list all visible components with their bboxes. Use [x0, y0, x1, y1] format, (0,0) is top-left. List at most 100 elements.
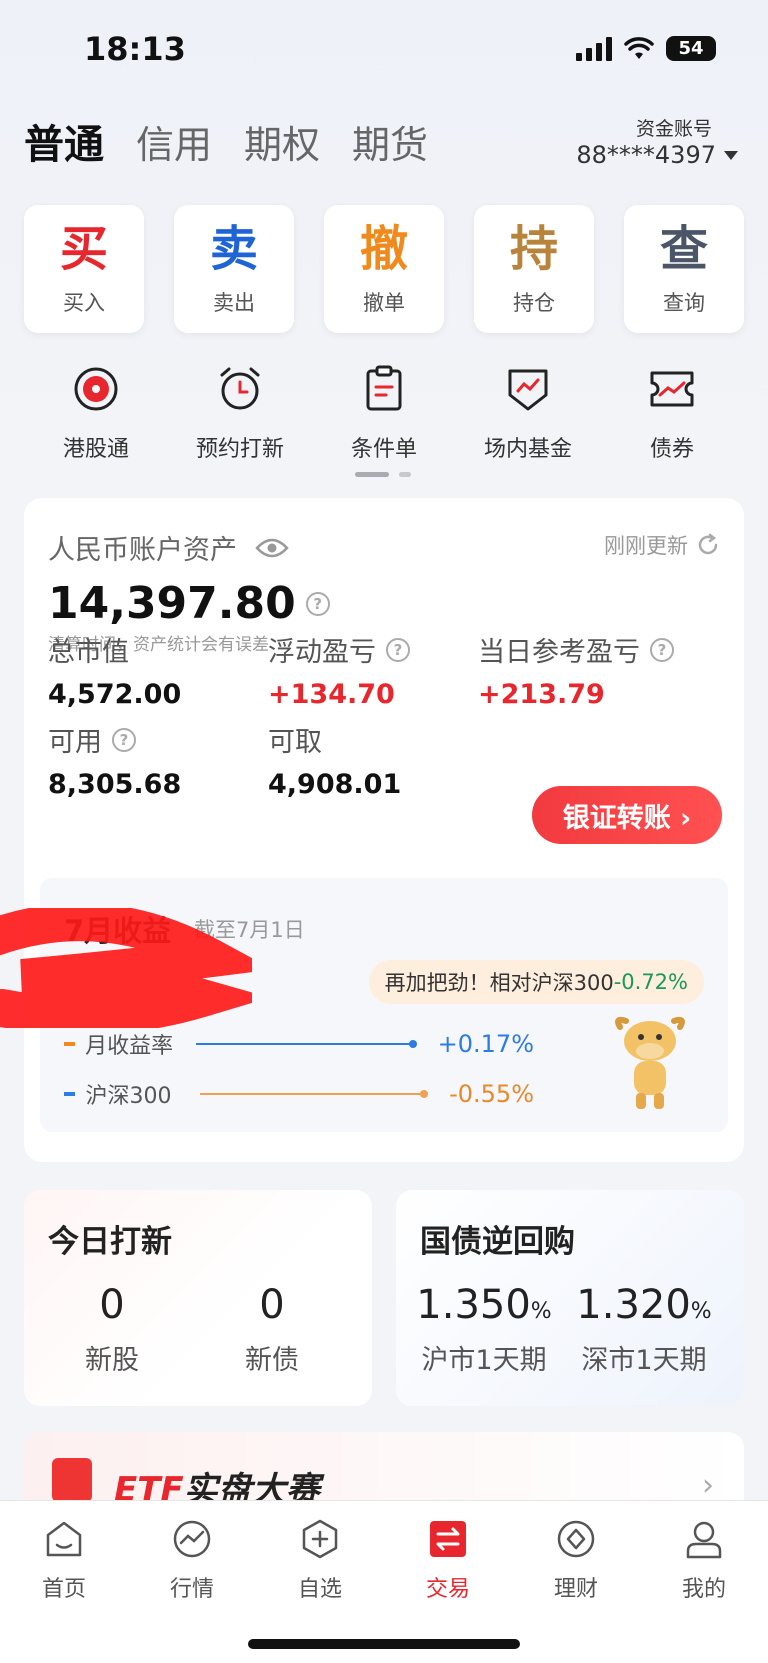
tab-normal[interactable]: 普通 — [24, 112, 104, 170]
query-glyph: 查 — [659, 221, 708, 277]
bottom-tab-bar: 首页 行情 自选 交易 理财 我的 — [0, 1500, 768, 1663]
new-bonds-count: 0 — [259, 1282, 285, 1328]
market-value-label: 总市值 — [48, 637, 129, 668]
daily-pl-label: 当日参考盈亏 — [478, 637, 640, 668]
new-bonds-stat[interactable]: 0 新债 — [192, 1282, 352, 1377]
repo-title: 国债逆回购 — [420, 1224, 575, 1260]
cancel-label: 撤单 — [363, 291, 405, 315]
hk-flower-icon — [74, 367, 118, 411]
shield-chart-icon — [508, 369, 548, 411]
encourage-value: -0.72% — [613, 970, 688, 994]
feature-hk-connect[interactable]: 港股通 — [24, 365, 168, 463]
quick-actions: 买 买入 卖 卖出 撤 撤单 持 持仓 查 查询 — [24, 205, 744, 333]
positions-button[interactable]: 持 持仓 — [474, 205, 594, 333]
available-label-row: 可用 ? — [48, 720, 181, 759]
eye-icon[interactable] — [255, 537, 289, 559]
buy-label: 买入 — [63, 291, 105, 315]
withdrawable-metric: 可取 4,908.01 — [268, 720, 401, 800]
refresh-icon — [698, 533, 718, 555]
tab-futures[interactable]: 期货 — [352, 114, 428, 169]
monthly-returns-panel[interactable]: 7月收益 截至7月1日 再加把劲！相对沪深300 -0.72% 月收益率 +0.… — [0, 878, 728, 1132]
tab-market[interactable]: 行情 — [137, 1517, 247, 1663]
tab-wealth[interactable]: 理财 — [521, 1517, 631, 1663]
feature-exchange-fund[interactable]: 场内基金 — [456, 365, 600, 463]
tab-label: 理财 — [553, 1577, 598, 1602]
sh-repo-rate: 1.350 — [416, 1282, 531, 1328]
refresh-button[interactable]: 刚刚更新 — [604, 530, 720, 560]
page-dot-active — [355, 472, 389, 477]
new-stocks-stat[interactable]: 0 新股 — [32, 1282, 192, 1377]
legend-name: 月收益率 — [85, 1034, 174, 1059]
page-dot — [399, 472, 411, 477]
buy-button[interactable]: 买 买入 — [24, 205, 144, 333]
daily-pl-metric: 当日参考盈亏 ? +213.79 — [478, 630, 674, 710]
account-number: 88****4397 — [576, 141, 716, 169]
cancel-order-button[interactable]: 撤 撤单 — [324, 205, 444, 333]
feature-ipo-reserve[interactable]: 预约打新 — [168, 365, 312, 463]
legend-line — [199, 1090, 429, 1098]
asset-card: 人民币账户资产 刚刚更新 14,397.80 ? 清算时间，资产统计会有误差 总… — [0, 498, 744, 1162]
sell-button[interactable]: 卖 卖出 — [174, 205, 294, 333]
help-icon[interactable]: ? — [305, 591, 330, 616]
battery-icon: 54 — [666, 36, 716, 61]
help-icon[interactable]: ? — [112, 727, 136, 752]
sz-repo-label: 深市1天期 — [581, 1345, 707, 1376]
available-label: 可用 — [48, 727, 102, 758]
redaction-scribble — [0, 908, 252, 1028]
sz-repo-stat[interactable]: 1.320% 深市1天期 — [564, 1282, 724, 1377]
encourage-badge: 再加把劲！相对沪深300 -0.72% — [368, 960, 704, 1004]
feature-label: 条件单 — [350, 437, 417, 462]
tab-credit[interactable]: 信用 — [136, 114, 212, 169]
feature-bonds[interactable]: 债券 — [600, 365, 744, 463]
market-value: 4,572.00 — [48, 679, 182, 710]
legend-marker — [64, 1042, 76, 1046]
query-button[interactable]: 查 查询 — [624, 205, 744, 333]
legend-value: -0.55% — [449, 1080, 534, 1108]
feature-conditional-order[interactable]: 条件单 — [312, 365, 456, 463]
rate-unit: % — [690, 1299, 712, 1324]
tab-profile[interactable]: 我的 — [649, 1517, 759, 1663]
feature-row: 港股通 预约打新 条件单 场内基金 债券 — [24, 365, 744, 463]
floating-pl-metric: 浮动盈亏 ? +134.70 — [268, 630, 410, 710]
ipo-card[interactable]: 今日打新 0 新股 0 新债 — [24, 1190, 372, 1406]
watchlist-icon — [302, 1519, 338, 1559]
feature-label: 债券 — [649, 437, 694, 462]
market-value-metric: 总市值 4,572.00 — [48, 630, 181, 710]
feature-label: 港股通 — [62, 437, 129, 462]
help-icon[interactable]: ? — [650, 637, 674, 662]
reverse-repo-card[interactable]: 国债逆回购 1.350% 沪市1天期 1.320% 深市1天期 — [396, 1190, 744, 1406]
withdrawable-value: 4,908.01 — [268, 769, 402, 800]
tab-options[interactable]: 期权 — [244, 114, 320, 169]
trade-icon — [430, 1521, 466, 1557]
ipo-title: 今日打新 — [48, 1224, 172, 1260]
account-number-row: 88****4397 — [576, 141, 738, 169]
sh-repo-stat[interactable]: 1.350% 沪市1天期 — [404, 1282, 564, 1377]
etf-trophy-icon — [52, 1458, 92, 1502]
tab-home[interactable]: 首页 — [9, 1517, 119, 1663]
help-icon[interactable]: ? — [386, 637, 410, 662]
ox-mascot-icon — [615, 1016, 685, 1109]
status-bar: 18:13 54 — [0, 0, 768, 100]
bank-transfer-button[interactable]: 银证转账 › — [532, 786, 722, 844]
profile-icon — [686, 1521, 722, 1559]
account-selector[interactable]: 资金账号 88****4397 — [576, 114, 738, 169]
wealth-icon — [557, 1520, 595, 1558]
sh-repo-rate-row: 1.350% — [404, 1282, 564, 1328]
daily-pl-label-row: 当日参考盈亏 ? — [478, 630, 674, 669]
tab-label: 交易 — [425, 1577, 470, 1602]
account-label: 资金账号 — [635, 118, 712, 140]
bond-chart-icon — [650, 371, 694, 407]
cancel-glyph: 撤 — [359, 221, 408, 277]
home-indicator[interactable] — [248, 1639, 520, 1649]
clipboard-icon — [366, 365, 402, 411]
bank-transfer-label: 银证转账 — [562, 802, 671, 834]
floating-pl-value: +134.70 — [268, 679, 395, 710]
chevron-right-icon: › — [702, 1468, 714, 1503]
total-assets-value: 14,397.80 — [48, 578, 296, 629]
legend-line — [195, 1040, 417, 1048]
buy-glyph: 买 — [59, 221, 108, 277]
account-type-tabs: 普通 信用 期权 期货 — [24, 112, 428, 170]
sh-repo-label: 沪市1天期 — [421, 1345, 547, 1376]
wifi-icon — [624, 36, 654, 59]
market-icon — [173, 1520, 211, 1558]
